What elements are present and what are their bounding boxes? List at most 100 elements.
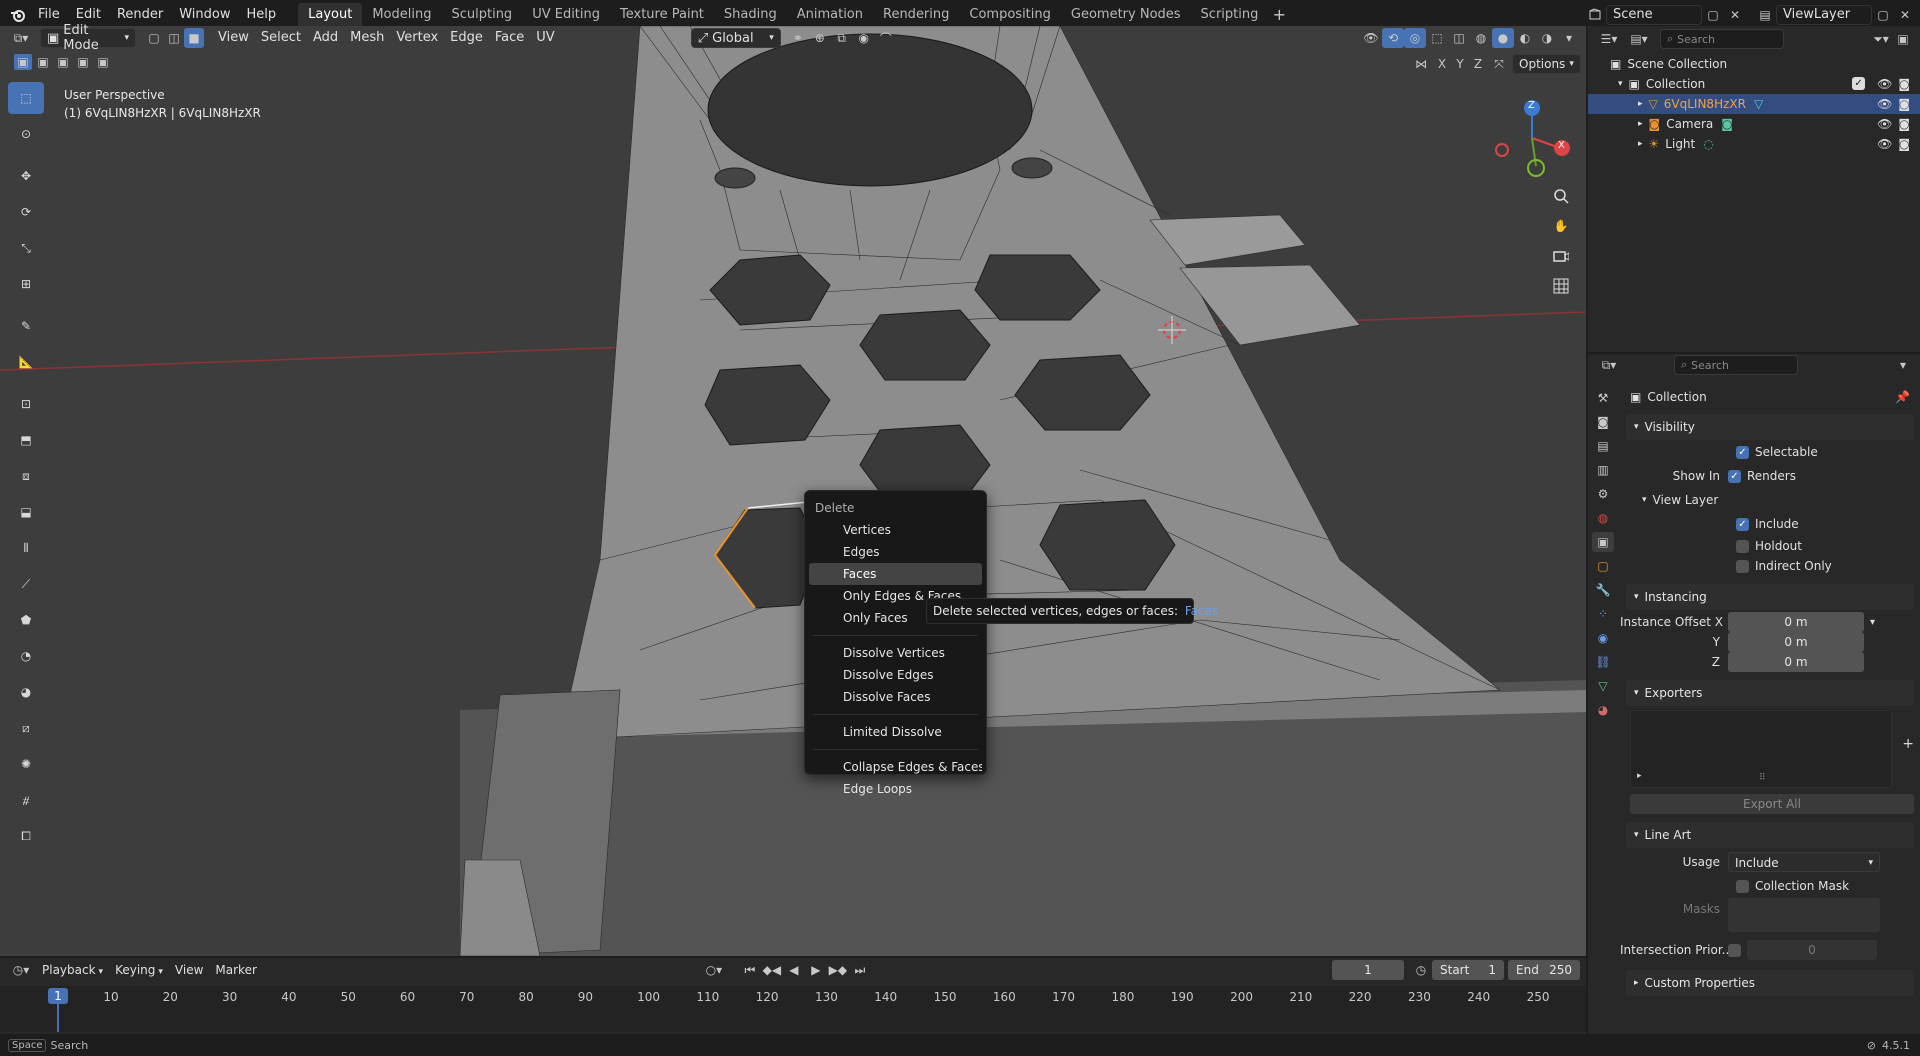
snap-icon[interactable]: ⊕	[809, 28, 831, 48]
tool-tab-icon[interactable]: ⚒	[1592, 388, 1614, 408]
menu-view[interactable]: View	[212, 28, 255, 48]
tab-texture-paint[interactable]: Texture Paint	[610, 3, 714, 26]
timeline-ruler[interactable]: 1 10 20 30 40 50 60 70 80 90 100 110 120 130 140 150 16…	[0, 986, 1586, 1032]
camera-icon[interactable]: ◙	[1898, 97, 1910, 111]
mirror-x-button[interactable]: X	[1434, 54, 1450, 74]
view-layer-icon[interactable]: ▤	[1754, 5, 1776, 25]
menu-file[interactable]: File	[30, 4, 68, 26]
material-shading-icon[interactable]: ◐	[1514, 28, 1536, 48]
shrink-fatten-tool-icon[interactable]: ✺	[8, 748, 44, 780]
overlay-toggle-icon[interactable]: ◎	[1404, 28, 1426, 48]
proportional-edit-icon[interactable]: ◉	[853, 28, 875, 48]
filter-icon[interactable]: ⏷▾	[1870, 29, 1892, 49]
rendered-shading-icon[interactable]: ◑	[1536, 28, 1558, 48]
delete-scene-icon[interactable]: ✕	[1724, 5, 1746, 25]
line-art-panel-header[interactable]: ▾ Line Art	[1626, 822, 1914, 848]
menu-vertex[interactable]: Vertex	[390, 28, 444, 48]
rotate-tool-icon[interactable]: ⟳	[8, 196, 44, 228]
outliner-search-input[interactable]: ⌕ Search	[1660, 29, 1784, 49]
solid-shading-icon[interactable]: ●	[1492, 28, 1514, 48]
timeline-editor-type-icon[interactable]: ◷▾	[6, 960, 36, 980]
gizmo-toggle-icon[interactable]: ⟲	[1382, 28, 1404, 48]
physics-tab-icon[interactable]: ◉	[1592, 628, 1614, 648]
new-view-layer-icon[interactable]: ▢	[1872, 5, 1894, 25]
modifier-tab-icon[interactable]: 🔧	[1592, 580, 1614, 600]
face-select-icon[interactable]: ■	[184, 28, 204, 48]
move-tool-icon[interactable]: ✥	[8, 160, 44, 192]
mirror-y-button[interactable]: Y	[1452, 54, 1468, 74]
select-extend-icon[interactable]: ▣	[34, 54, 52, 70]
preview-range-icon[interactable]: ◷	[1410, 960, 1432, 980]
measure-tool-icon[interactable]: 📐	[8, 346, 44, 378]
wireframe-shading-icon[interactable]: ◍	[1470, 28, 1492, 48]
mirror-icon[interactable]: ⋈	[1410, 54, 1432, 74]
instance-offset-y-field[interactable]: 0 m	[1728, 632, 1864, 652]
menu-keying[interactable]: Keying ▾	[109, 960, 169, 980]
material-tab-icon[interactable]: ◕	[1592, 700, 1614, 720]
select-box-tool-icon[interactable]: ⬚	[8, 82, 44, 114]
eye-icon[interactable]: 👁	[1877, 77, 1892, 91]
usage-dropdown[interactable]: Include ▾	[1728, 852, 1880, 872]
renders-checkbox[interactable]: ✓	[1728, 469, 1741, 483]
end-frame-field[interactable]: End 250	[1508, 960, 1580, 980]
constraints-tab-icon[interactable]: ⛓	[1592, 652, 1614, 672]
menu-mesh[interactable]: Mesh	[344, 28, 390, 48]
exporters-panel-header[interactable]: ▾ Exporters	[1626, 680, 1914, 706]
limited-dissolve-item[interactable]: Limited Dissolve	[809, 721, 982, 743]
delete-vertices-item[interactable]: Vertices	[809, 519, 982, 541]
snap-target-icon[interactable]: ⧉	[831, 28, 853, 48]
holdout-checkbox[interactable]	[1736, 539, 1749, 553]
view-layer-field[interactable]: ViewLayer	[1776, 4, 1872, 25]
rip-tool-icon[interactable]: ⧠	[8, 820, 44, 852]
outliner-object-camera[interactable]: ▸ ◙ Camera ◙ 👁 ◙	[1588, 114, 1920, 134]
selectable-checkbox[interactable]: ✓	[1736, 445, 1749, 459]
outliner-collection[interactable]: ▾ ▣ Collection ✓ 👁 ◙	[1588, 74, 1920, 94]
scene-field[interactable]: Scene	[1606, 4, 1702, 25]
select-invert-icon[interactable]: ▣	[74, 54, 92, 70]
camera-icon[interactable]: ◙	[1898, 117, 1910, 131]
tab-layout[interactable]: Layout	[298, 3, 363, 26]
jump-keyframe-back-icon[interactable]: ◆◀	[761, 960, 783, 980]
playhead[interactable]: 1	[48, 988, 68, 1004]
mesh-edit-overlay-icon[interactable]: ⬚	[1426, 28, 1448, 48]
chevron-down-icon[interactable]: ▾	[1870, 617, 1875, 628]
mode-dropdown[interactable]: ▣ Edit Mode ▾	[40, 23, 136, 53]
add-cube-tool-icon[interactable]: ⊡	[8, 388, 44, 420]
scale-tool-icon[interactable]: ⤡	[8, 232, 44, 264]
edge-loops-item[interactable]: Edge Loops	[809, 778, 982, 800]
menu-window[interactable]: Window	[171, 4, 238, 26]
eye-icon[interactable]: 👁	[1877, 97, 1892, 111]
collection-tab-icon[interactable]: ▣	[1592, 532, 1614, 552]
vertex-select-icon[interactable]: ▢	[144, 28, 164, 48]
delete-view-layer-icon[interactable]: ✕	[1894, 5, 1916, 25]
instance-offset-z-field[interactable]: 0 m	[1728, 652, 1864, 672]
render-tab-icon[interactable]: ◙	[1592, 412, 1614, 432]
shear-tool-icon[interactable]: ⧣	[8, 784, 44, 816]
intersection-priority-field[interactable]: 0	[1747, 940, 1877, 960]
custom-properties-panel-header[interactable]: ▸ Custom Properties	[1626, 970, 1914, 996]
editor-type-icon[interactable]: ⧉▾	[6, 28, 36, 48]
new-collection-icon[interactable]: ▣	[1892, 29, 1914, 49]
instancing-panel-header[interactable]: ▾ Instancing	[1626, 584, 1914, 610]
cursor-tool-icon[interactable]: ⊙	[8, 118, 44, 150]
spin-tool-icon[interactable]: ◔	[8, 640, 44, 672]
proportional-falloff-icon[interactable]: ⌒	[875, 28, 897, 48]
select-subtract-icon[interactable]: ▣	[54, 54, 72, 70]
collection-mask-checkbox[interactable]	[1736, 879, 1749, 893]
menu-help[interactable]: Help	[239, 4, 285, 26]
blender-logo-icon[interactable]	[6, 5, 30, 25]
delete-edges-item[interactable]: Edges	[809, 541, 982, 563]
tab-animation[interactable]: Animation	[787, 3, 873, 26]
instance-offset-x-field[interactable]: 0 m	[1728, 612, 1864, 632]
display-mode-icon[interactable]: ▤▾	[1624, 29, 1654, 49]
shading-options-icon[interactable]: ▾	[1558, 28, 1580, 48]
loop-cut-tool-icon[interactable]: ⫴	[8, 532, 44, 564]
transform-tool-icon[interactable]: ⊞	[8, 268, 44, 300]
menu-add[interactable]: Add	[307, 28, 344, 48]
collapse-edges-faces-item[interactable]: Collapse Edges & Faces	[809, 756, 982, 778]
edge-slide-tool-icon[interactable]: ⧄	[8, 712, 44, 744]
menu-timeline-view[interactable]: View	[169, 960, 209, 980]
dissolve-vertices-item[interactable]: Dissolve Vertices	[809, 642, 982, 664]
visibility-icon[interactable]: 👁	[1360, 28, 1382, 48]
include-checkbox[interactable]: ✓	[1736, 517, 1749, 531]
